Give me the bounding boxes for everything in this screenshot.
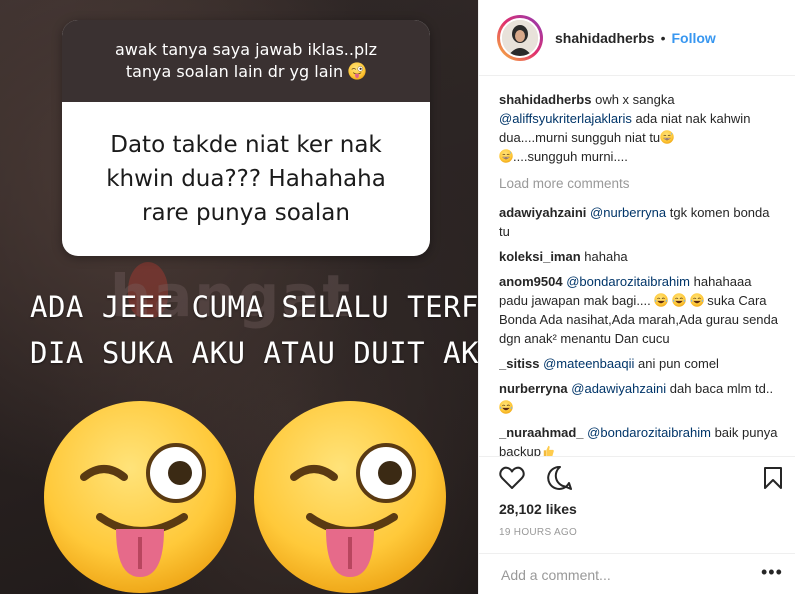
story-answer-text: ADA JEEE CUMA SELALU TERFIKIR DIA SUKA A… xyxy=(30,284,478,376)
question-body-line-3: rare punya soalan xyxy=(142,200,350,226)
avatar-image xyxy=(500,17,540,58)
header-separator: • xyxy=(660,29,666,46)
comment-mention[interactable]: @bondarozitaibrahim xyxy=(566,274,690,289)
comment-mention[interactable]: @nurberryna xyxy=(590,205,666,220)
comment-username[interactable]: _sitiss xyxy=(499,356,539,371)
comment-mention[interactable]: @bondarozitaibrahim xyxy=(587,425,711,440)
question-sticker-body: Dato takde niat ker nak khwin dua??? Hah… xyxy=(62,102,430,256)
avatar[interactable] xyxy=(497,14,543,61)
grin-sweat-emoji-icon xyxy=(660,130,674,144)
post-timestamp[interactable]: 19 HOURS AGO xyxy=(499,527,577,538)
question-body-line-2: khwin dua??? Hahahaha xyxy=(106,166,386,192)
more-options-icon[interactable]: ••• xyxy=(761,562,783,583)
tears-of-joy-emoji-icon xyxy=(690,293,704,307)
caption-text-1: owh x sangka xyxy=(595,92,675,107)
caption: shahidadherbs owh x sangka @aliffsyukrit… xyxy=(499,90,783,166)
story-answer-line-1: ADA JEEE CUMA SELALU TERFIKIR xyxy=(30,290,478,324)
save-button[interactable] xyxy=(763,466,783,495)
grin-sweat-emoji-icon xyxy=(499,149,513,163)
comment-text: ani pun comel xyxy=(638,356,719,371)
list-item: koleksi_iman hahaha xyxy=(499,247,783,266)
tears-of-joy-emoji-icon xyxy=(654,293,668,307)
likes-count[interactable]: 28,102 likes xyxy=(499,501,577,517)
add-comment-input[interactable] xyxy=(501,564,741,586)
wink-tongue-emoji-icon xyxy=(348,62,366,80)
story-answer-line-2: DIA SUKA AKU ATAU DUIT AKU xyxy=(30,336,478,370)
comment-icon[interactable] xyxy=(547,465,573,491)
caption-mention[interactable]: @aliffsyukriterlajaklaris xyxy=(499,111,632,126)
question-sticker: awak tanya saya jawab iklas..plz tanya s… xyxy=(62,20,430,256)
question-sticker-header: awak tanya saya jawab iklas..plz tanya s… xyxy=(62,20,430,102)
comment-username[interactable]: _nuraahmad_ xyxy=(499,425,584,440)
action-icons xyxy=(499,463,573,493)
list-item: anom9504 @bondarozitaibrahim hahahaaa pa… xyxy=(499,272,783,348)
load-more-comments-link[interactable]: Load more comments xyxy=(499,174,783,193)
story-answer-line-2-wrap: DIA SUKA AKU ATAU DUIT AKU xyxy=(30,330,478,376)
header-username[interactable]: shahidadherbs xyxy=(555,30,655,46)
list-item: nurberryna @adawiyahzaini dah baca mlm t… xyxy=(499,379,783,417)
comment-username[interactable]: anom9504 xyxy=(499,274,563,289)
list-item: adawiyahzaini @nurberryna tgk komen bond… xyxy=(499,203,783,241)
post-header: shahidadherbs • Follow xyxy=(479,0,795,76)
comment-username[interactable]: nurberryna xyxy=(499,381,568,396)
follow-button[interactable]: Follow xyxy=(672,30,716,46)
story-image: hangat awak tanya saya jawab iklas..plz … xyxy=(0,0,478,594)
caption-text-3: ....sungguh murni.... xyxy=(513,149,628,164)
comment-mention[interactable]: @mateenbaaqii xyxy=(543,356,634,371)
comments-list: shahidadherbs owh x sangka @aliffsyukrit… xyxy=(499,90,783,456)
heart-icon[interactable] xyxy=(499,466,525,490)
question-body-line-1: Dato takde niat ker nak xyxy=(110,132,382,158)
caption-username[interactable]: shahidadherbs xyxy=(499,92,591,107)
tears-of-joy-emoji-icon xyxy=(499,400,513,414)
comment-username[interactable]: koleksi_iman xyxy=(499,249,581,264)
add-comment-section: ••• xyxy=(479,553,795,594)
bookmark-icon xyxy=(764,467,782,489)
thumbs-up-emoji-icon xyxy=(541,444,555,456)
comment-username[interactable]: adawiyahzaini xyxy=(499,205,586,220)
list-item: _sitiss @mateenbaaqii ani pun comel xyxy=(499,354,783,373)
tears-of-joy-emoji-icon xyxy=(672,293,686,307)
large-wink-tongue-emoji-icon xyxy=(40,397,240,594)
question-header-line-1: awak tanya saya jawab iklas..plz xyxy=(115,40,377,59)
post-actions: 28,102 likes 19 HOURS AGO ••• xyxy=(479,456,795,594)
large-wink-tongue-emoji-icon xyxy=(250,397,450,594)
question-header-line-2: tanya soalan lain dr yg lain xyxy=(125,62,344,81)
comment-mention[interactable]: @adawiyahzaini xyxy=(571,381,666,396)
list-item: _nuraahmad_ @bondarozitaibrahim baik pun… xyxy=(499,423,783,456)
comment-text: hahaha xyxy=(584,249,628,264)
profile-photo-icon xyxy=(502,19,538,56)
comment-text: dah baca mlm td.. xyxy=(669,381,774,396)
post-panel: shahidadherbs • Follow shahidadherbs owh… xyxy=(479,0,795,594)
